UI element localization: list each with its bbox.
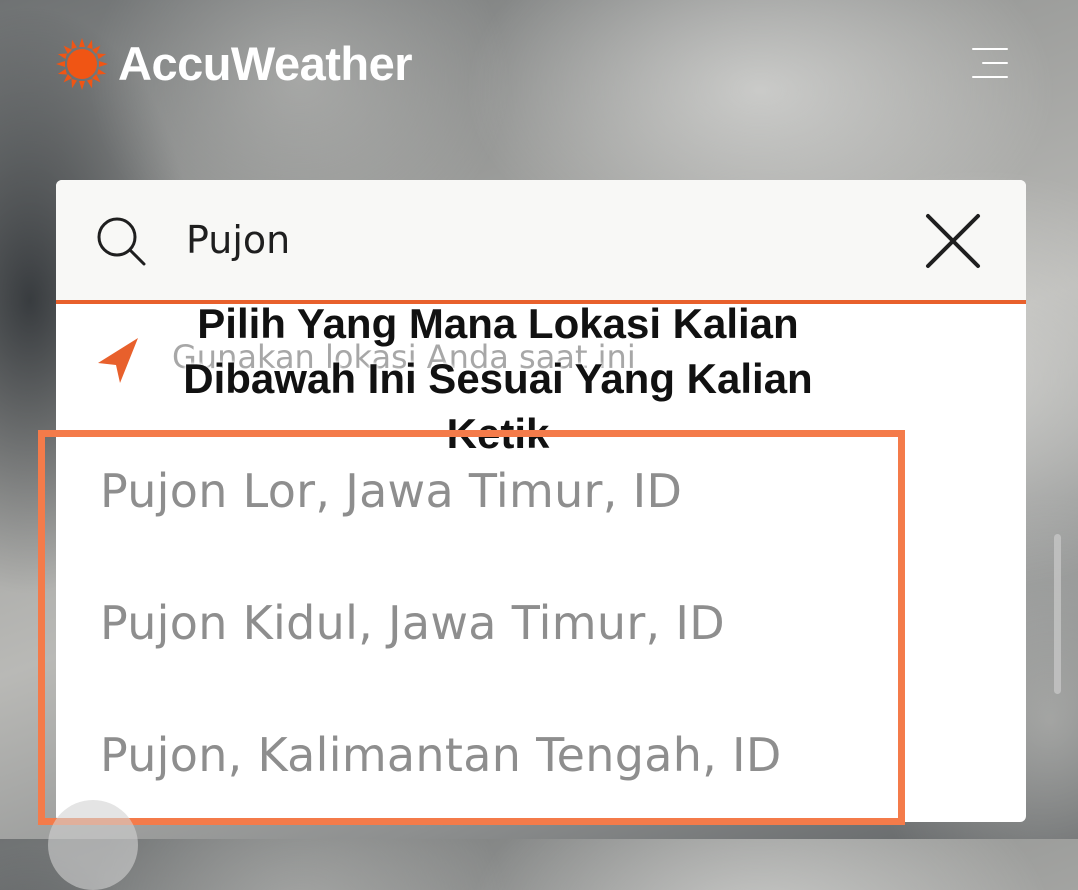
floating-button[interactable]	[48, 800, 138, 890]
location-arrow-icon	[98, 338, 138, 383]
accuweather-logo[interactable]: AccuWeather	[56, 36, 413, 91]
annotation-highlight-box	[38, 430, 905, 825]
search-icon	[97, 217, 146, 266]
search-bar	[56, 180, 1026, 304]
scrollbar[interactable]	[1054, 534, 1061, 694]
close-icon[interactable]	[922, 210, 984, 272]
search-input[interactable]	[186, 210, 886, 270]
sun-icon	[56, 37, 108, 90]
top-bar: AccuWeather	[0, 0, 1078, 130]
brand-name: AccuWeather	[118, 37, 413, 90]
hamburger-menu-icon[interactable]	[972, 48, 1008, 80]
